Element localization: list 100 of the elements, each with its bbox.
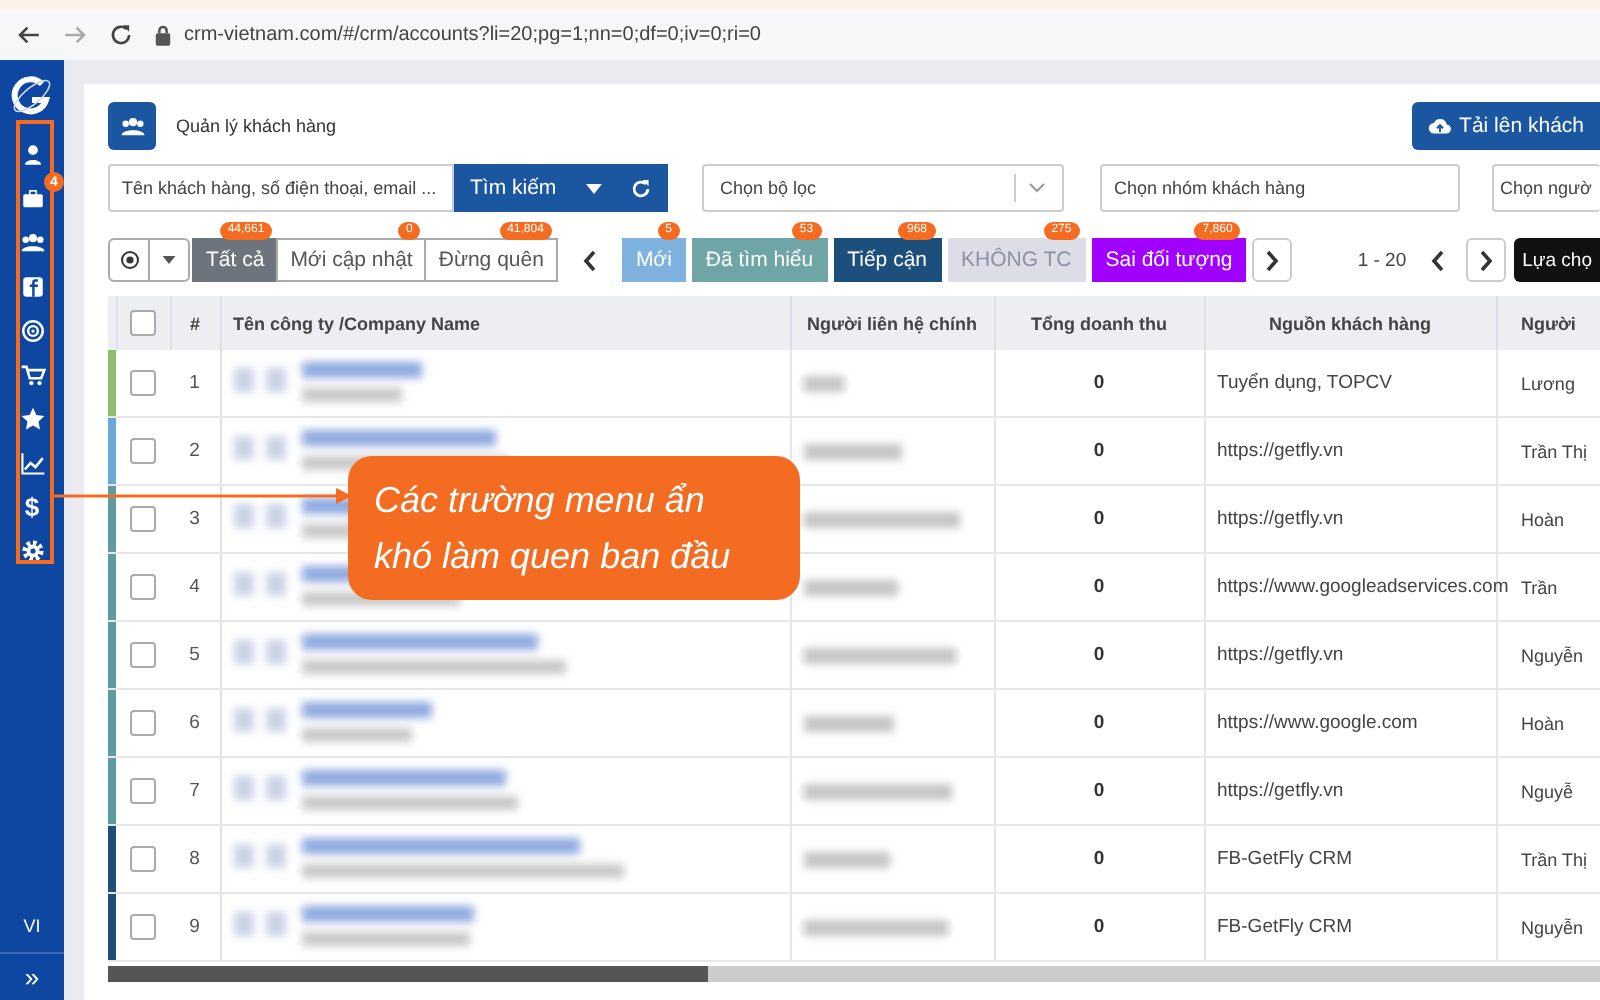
language-label: VI [23, 916, 41, 936]
row-number: 8 [189, 848, 200, 870]
row-number: 5 [189, 644, 200, 666]
row-checkbox[interactable] [130, 710, 156, 736]
page-range: 1 - 20 [1357, 249, 1407, 271]
address-bar[interactable]: crm-vietnam.com/#/crm/accounts?li=20;pg=1;nn=0;df=0;iv=0;ri=0 [184, 24, 761, 46]
row-checkbox[interactable] [130, 778, 156, 804]
owner-cell: Nguyễn [1521, 917, 1584, 937]
reload-icon[interactable] [108, 22, 134, 48]
chevron-right-icon[interactable] [1478, 249, 1495, 271]
next-page-button[interactable] [1466, 238, 1507, 282]
owner-cell: Hoàn [1521, 509, 1565, 529]
search-button[interactable]: Tìm kiếm [454, 164, 668, 212]
next-button[interactable] [1252, 238, 1293, 282]
owner-cell: Nguyễn [1521, 645, 1584, 665]
blurred-contact-name [803, 715, 893, 731]
row-number: 2 [189, 440, 200, 462]
page-title: Quản lý khách hàng [176, 116, 337, 136]
owner-cell: Nguyễ [1521, 781, 1574, 801]
revenue-cell: 0 [1093, 644, 1105, 666]
caret-icon [162, 256, 176, 264]
select-all-checkbox[interactable] [130, 310, 156, 336]
settings-icon[interactable] [19, 537, 45, 563]
source-cell: https://getfly.vn [1217, 780, 1344, 802]
group-icon[interactable] [19, 229, 45, 255]
back-icon[interactable] [16, 22, 42, 48]
blurred-contact-name [803, 919, 947, 935]
owner-cell: Trần Thị [1521, 441, 1588, 461]
owner-cell: Lương [1521, 373, 1575, 393]
blurred-contact-name [803, 375, 843, 391]
expand-sidebar-button[interactable]: » [0, 952, 64, 1000]
revenue-cell: 0 [1093, 848, 1105, 870]
row-checkbox[interactable] [130, 438, 156, 464]
chevron-left-icon[interactable] [581, 249, 598, 271]
row-checkbox[interactable] [130, 914, 156, 940]
row-checkbox[interactable] [130, 642, 156, 668]
briefcase-icon[interactable] [19, 185, 45, 211]
source-cell: https://www.google.com [1217, 712, 1418, 734]
revenue-cell: 0 [1093, 712, 1105, 734]
source-cell: https://getfly.vn [1217, 508, 1344, 530]
view-tab[interactable]: Đừng quên [424, 238, 558, 282]
horizontal-scrollbar[interactable] [108, 966, 1600, 982]
row-number: 4 [189, 576, 200, 598]
revenue-cell: 0 [1093, 508, 1105, 530]
target-icon[interactable] [19, 317, 45, 343]
status-tab[interactable]: Tiếp cận [833, 238, 941, 282]
row-number: 6 [189, 712, 200, 734]
status-tab[interactable]: Sai đối tượng [1091, 238, 1247, 282]
line-chart-icon[interactable] [19, 449, 45, 475]
radio-icon [119, 250, 139, 270]
refresh-icon [630, 177, 652, 199]
dollar-sign[interactable]: $ [24, 491, 40, 521]
blurred-contact-name [803, 443, 901, 459]
upload-button[interactable]: Tải lên khách [1411, 102, 1600, 150]
owner-cell: Hoàn [1521, 713, 1565, 733]
row-checkbox[interactable] [130, 506, 156, 532]
callout-text: Các trường menu ẩn [374, 478, 705, 524]
source-cell: FB-GetFly CRM [1217, 848, 1353, 870]
view-tab[interactable]: Tất cả [192, 238, 279, 282]
person-field[interactable]: Chọn ngườ [1492, 164, 1600, 212]
logo-drawing[interactable] [8, 72, 56, 120]
facebook-icon[interactable] [19, 273, 45, 299]
blurred-contact-name [803, 851, 889, 867]
source-cell: FB-GetFly CRM [1217, 916, 1353, 938]
revenue-cell: 0 [1093, 372, 1105, 394]
column-header: Nguồn khách hàng [1269, 313, 1431, 333]
revenue-cell: 0 [1093, 916, 1105, 938]
source-cell: https://getfly.vn [1217, 440, 1344, 462]
user-icon[interactable] [19, 141, 45, 167]
column-header: Người liên hệ chính [807, 313, 977, 333]
select-button[interactable]: Lựa chọ [1514, 238, 1600, 282]
view-tab[interactable]: Mới cập nhật [276, 238, 427, 282]
owner-cell: Trần Thị [1521, 849, 1588, 869]
chevron-down-icon [1028, 182, 1046, 194]
row-checkbox[interactable] [130, 846, 156, 872]
star-icon[interactable] [19, 405, 45, 431]
column-header: Tên công ty /Company Name [233, 313, 481, 333]
revenue-cell: 0 [1093, 576, 1105, 598]
row-number: 9 [189, 916, 200, 938]
chevron-left-icon[interactable] [1430, 249, 1447, 271]
caret-icon [586, 183, 602, 193]
chevron-right-icon[interactable] [1264, 249, 1281, 271]
source-cell: Tuyển dụng, TOPCV [1217, 372, 1392, 394]
cart-icon[interactable] [19, 361, 45, 387]
filter-select[interactable]: Chọn bộ lọc [702, 164, 1064, 212]
customer-group-field[interactable]: Chọn nhóm khách hàng [1100, 164, 1460, 212]
revenue-cell: 0 [1093, 440, 1105, 462]
customers-button[interactable] [108, 102, 156, 150]
group-icon [119, 113, 145, 139]
search-field[interactable]: Tên khách hàng, số điện thoại, email ... [108, 164, 454, 212]
source-cell: https://getfly.vn [1217, 644, 1344, 666]
cloud-upload-icon [1427, 116, 1452, 136]
view-options-button[interactable] [108, 238, 190, 282]
row-number: 7 [189, 780, 200, 802]
row-number: 3 [189, 508, 200, 530]
row-checkbox[interactable] [130, 574, 156, 600]
row-checkbox[interactable] [130, 370, 156, 396]
column-header: Người [1521, 313, 1576, 333]
blurred-contact-name [803, 579, 897, 595]
revenue-cell: 0 [1093, 780, 1105, 802]
